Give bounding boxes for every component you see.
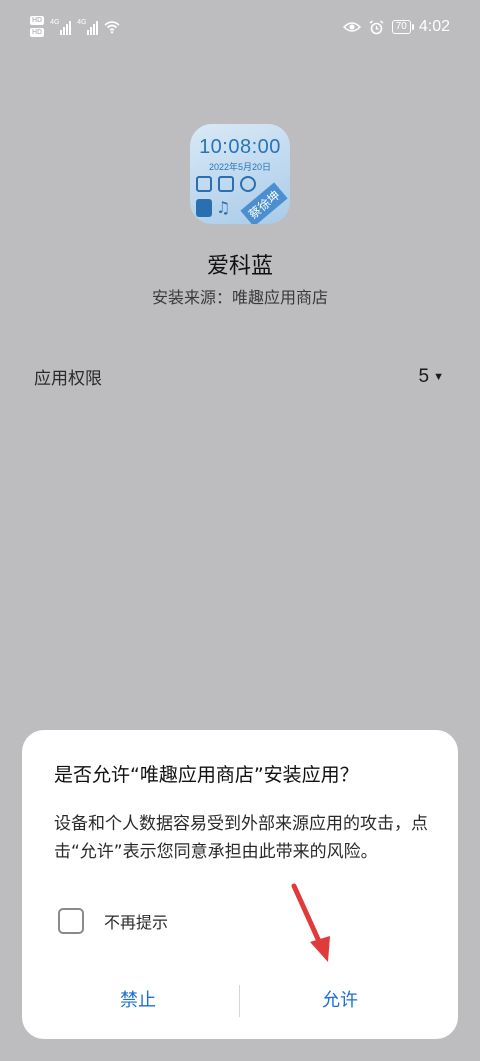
signal-icon: 4G — [50, 19, 72, 35]
status-time: 4:02 — [418, 18, 450, 35]
grid-icon — [196, 176, 212, 192]
permissions-row[interactable]: 应用权限 5 ▼ — [34, 364, 444, 390]
dont-ask-again-row[interactable]: 不再提示 — [58, 908, 168, 934]
dont-ask-again-checkbox[interactable] — [58, 908, 84, 934]
signal-icon: 4G — [77, 19, 99, 35]
caret-down-icon: ▼ — [433, 370, 444, 383]
dialog-title: 是否允许“唯趣应用商店”安装应用？ — [54, 764, 359, 786]
app-icon: 10:08:00 2022年5月20日 ♫ 蔡徐坤 — [190, 124, 290, 224]
eye-icon — [342, 22, 361, 32]
news-icon — [218, 176, 234, 192]
app-name: 爱科蓝 — [206, 254, 273, 279]
status-bar: HD HD 4G 4G 70 4:02 — [0, 0, 480, 58]
watch-icon — [240, 176, 256, 192]
allow-button[interactable]: 允许 — [240, 986, 440, 1012]
app-icon-time: 10:08:00 — [199, 136, 281, 158]
music-icon: ♫ — [216, 198, 231, 217]
deny-button[interactable]: 禁止 — [38, 986, 238, 1012]
document-icon — [196, 198, 212, 217]
annotation-arrow-icon — [291, 883, 330, 962]
hd-badge: HD — [30, 16, 45, 25]
install-permission-dialog: 是否允许“唯趣应用商店”安装应用？ 设备和个人数据容易受到外部来源应用的攻击，点… — [22, 730, 458, 1039]
app-icon-date: 2022年5月20日 — [208, 162, 272, 172]
dialog-body: 设备和个人数据容易受到外部来源应用的攻击，点击“允许”表示您同意承担由此带来的风… — [54, 814, 428, 862]
battery-icon: 70 — [391, 20, 415, 34]
wifi-icon — [104, 20, 120, 33]
permissions-count-value: 5 — [418, 365, 430, 387]
dont-ask-again-label: 不再提示 — [104, 913, 169, 932]
hd-badge: HD — [30, 28, 45, 37]
permissions-count[interactable]: 5 ▼ — [419, 366, 444, 388]
install-source: 安装来源：唯趣应用商店 — [151, 288, 328, 307]
permissions-label: 应用权限 — [34, 369, 102, 389]
alarm-icon — [369, 19, 384, 34]
